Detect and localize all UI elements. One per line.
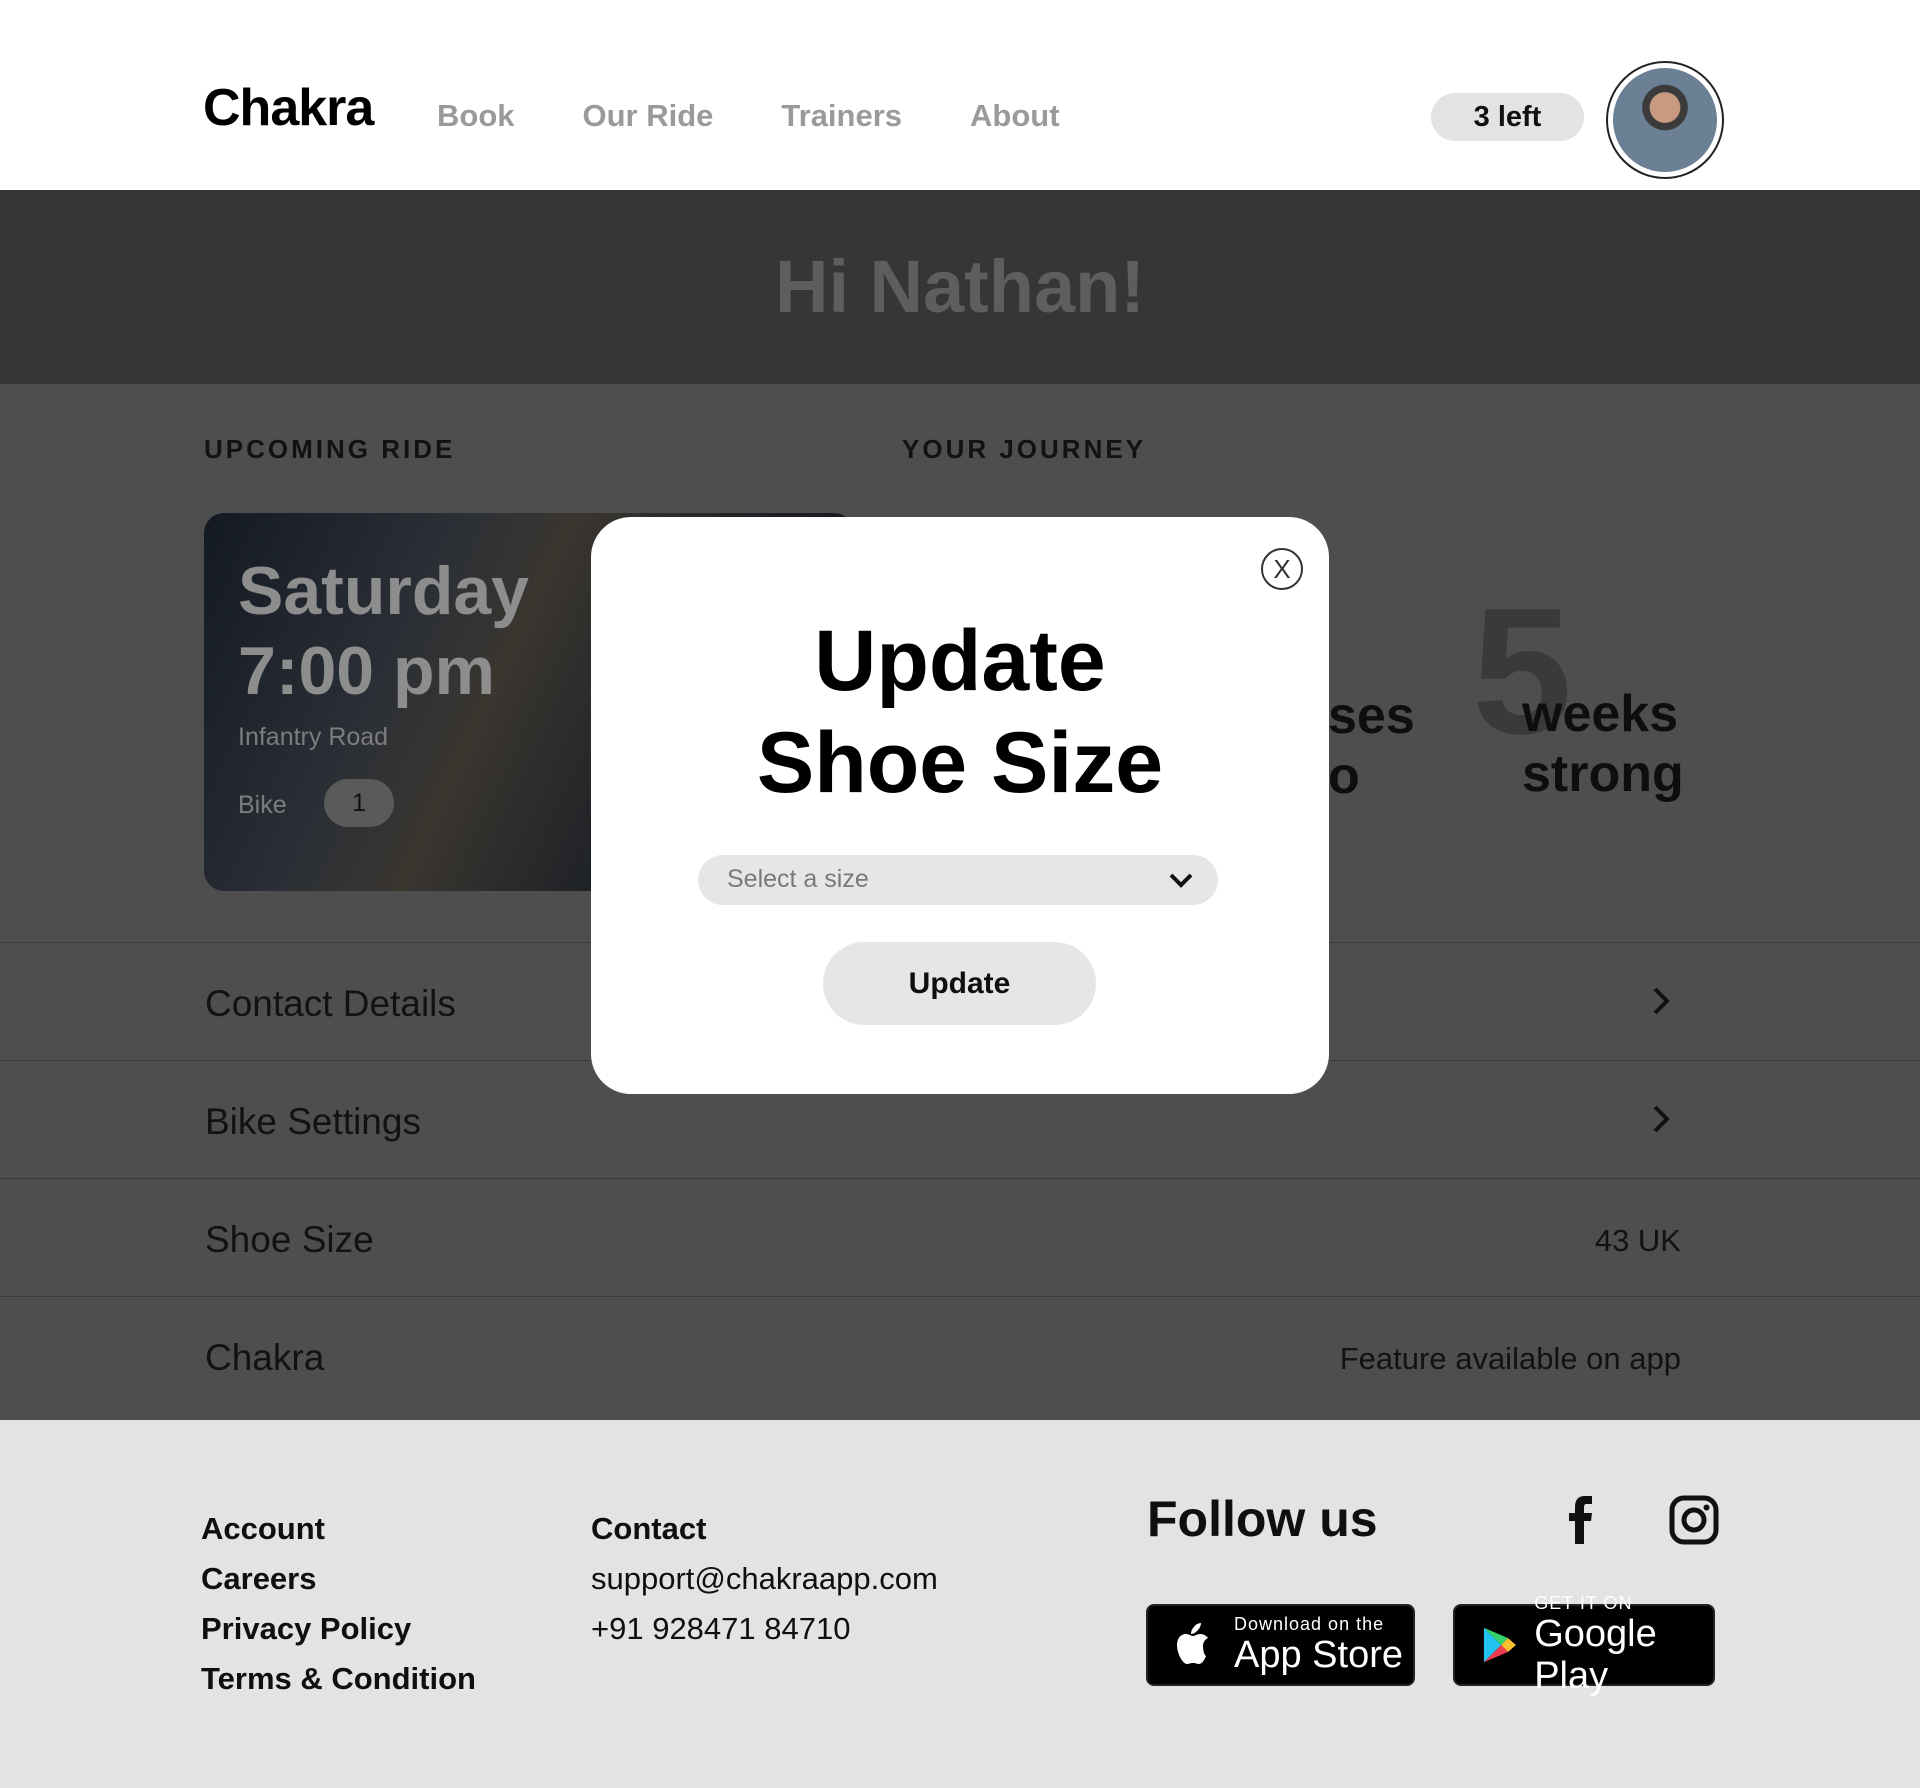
journey-unit-line1: weeks (1522, 685, 1679, 743)
app-store-big: App Store (1234, 1634, 1403, 1676)
journey-partial-line2: o (1328, 747, 1360, 805)
user-avatar-image (1613, 68, 1717, 172)
footer-link-terms[interactable]: Terms & Condition (201, 1654, 476, 1704)
chevron-down-icon (1169, 873, 1193, 888)
bike-label: Bike (238, 791, 287, 819)
facebook-icon[interactable] (1556, 1494, 1608, 1546)
chevron-right-icon (1653, 987, 1670, 1015)
instagram-icon[interactable] (1668, 1494, 1720, 1546)
modal-title-line2: Shoe Size (756, 715, 1164, 811)
app-store-small: Download on the (1234, 1614, 1385, 1634)
contact-phone[interactable]: +91 928471 84710 (591, 1604, 938, 1654)
google-play-big: Google Play (1534, 1613, 1657, 1697)
close-icon[interactable]: X (1261, 548, 1303, 590)
ride-day-time: Saturday 7:00 pm (238, 551, 529, 711)
feature-note: Feature available on app (1339, 1341, 1681, 1376)
google-play-text: GET IT ON Google Play (1534, 1593, 1713, 1697)
nav-book[interactable]: Book (437, 98, 515, 134)
brand-logo[interactable]: Chakra (203, 78, 374, 138)
row-chakra[interactable]: Chakra Feature available on app (0, 1296, 1920, 1414)
shoe-size-value: 43 UK (1594, 1223, 1681, 1258)
footer-link-careers[interactable]: Careers (201, 1554, 476, 1604)
app-store-text: Download on the App Store (1234, 1614, 1403, 1676)
nav-about[interactable]: About (970, 98, 1060, 134)
bike-number-badge: 1 (324, 779, 394, 827)
footer-link-account[interactable]: Account (201, 1504, 476, 1554)
greeting-banner: Hi Nathan! (0, 190, 1920, 384)
footer-link-privacy[interactable]: Privacy Policy (201, 1604, 476, 1654)
modal-title: Update Shoe Size (591, 610, 1329, 814)
site-footer: Account Careers Privacy Policy Terms & C… (0, 1420, 1920, 1788)
modal-title-line1: Update (814, 613, 1106, 709)
journey-partial-text: ses o (1328, 686, 1415, 806)
footer-links: Account Careers Privacy Policy Terms & C… (201, 1504, 476, 1704)
top-header: Chakra Book Our Ride Trainers About 3 le… (0, 0, 1920, 190)
footer-contact: Contact support@chakraapp.com +91 928471… (591, 1504, 938, 1654)
apple-icon (1177, 1623, 1208, 1664)
follow-heading: Follow us (1147, 1491, 1378, 1547)
journey-unit: weeks strong (1522, 684, 1684, 804)
row-shoe-size[interactable]: Shoe Size 43 UK (0, 1178, 1920, 1296)
avatar[interactable] (1606, 61, 1724, 179)
row-label: Shoe Size (205, 1219, 374, 1260)
nav-our-ride[interactable]: Our Ride (583, 98, 714, 134)
row-label: Chakra (205, 1337, 325, 1378)
app-store-button[interactable]: Download on the App Store (1146, 1604, 1415, 1686)
journey-partial-line1: ses (1328, 687, 1415, 745)
row-label: Contact Details (205, 983, 456, 1024)
chevron-right-icon (1653, 1105, 1670, 1133)
contact-email[interactable]: support@chakraapp.com (591, 1554, 938, 1604)
ride-day: Saturday (238, 553, 529, 629)
main-nav: Book Our Ride Trainers About (437, 98, 1128, 134)
select-placeholder: Select a size (727, 865, 869, 893)
journey-unit-line2: strong (1522, 745, 1684, 803)
greeting-title: Hi Nathan! (775, 245, 1145, 328)
contact-heading: Contact (591, 1511, 707, 1546)
update-shoe-size-modal: X Update Shoe Size Select a size Update (591, 517, 1329, 1094)
ride-time: 7:00 pm (238, 633, 495, 709)
row-label: Bike Settings (205, 1101, 421, 1142)
google-play-icon (1483, 1627, 1516, 1663)
shoe-size-select[interactable]: Select a size (698, 855, 1218, 905)
update-button[interactable]: Update (823, 942, 1096, 1025)
nav-trainers[interactable]: Trainers (781, 98, 902, 134)
google-play-small: GET IT ON (1534, 1593, 1633, 1613)
ride-location: Infantry Road (238, 723, 389, 751)
upcoming-ride-label: UPCOMING RIDE (204, 434, 456, 464)
credits-badge[interactable]: 3 left (1431, 93, 1584, 141)
your-journey-label: YOUR JOURNEY (902, 434, 1147, 464)
google-play-button[interactable]: GET IT ON Google Play (1453, 1593, 1715, 1697)
